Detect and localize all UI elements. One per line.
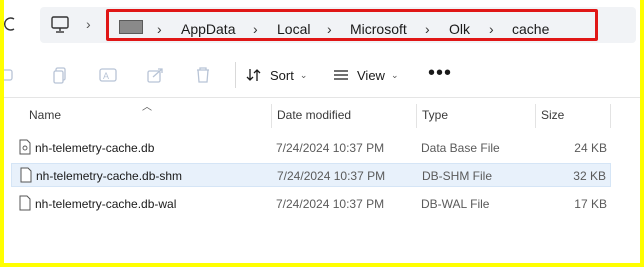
column-divider[interactable] — [535, 104, 536, 128]
breadcrumb-local[interactable]: Local — [277, 21, 310, 37]
refresh-icon[interactable] — [4, 15, 20, 33]
file-icon — [19, 139, 31, 155]
delete-icon[interactable] — [194, 66, 212, 84]
chevron-down-icon: ⌄ — [299, 69, 308, 80]
column-header-date[interactable]: Date modified — [277, 108, 351, 122]
rename-icon[interactable]: A — [99, 66, 117, 84]
column-divider[interactable] — [610, 104, 611, 128]
file-name: nh-telemetry-cache.db — [35, 141, 155, 155]
chevron-right-icon[interactable]: › — [327, 21, 332, 37]
redacted-username[interactable] — [119, 20, 143, 34]
command-bar: A Sort ⌄ View ⌄ ••• — [4, 52, 640, 98]
file-name: nh-telemetry-cache.db-wal — [35, 197, 177, 211]
svg-text:A: A — [103, 71, 109, 81]
sort-ascending-icon: ︿ — [142, 102, 152, 113]
sort-label: Sort — [270, 67, 294, 83]
copy-icon[interactable] — [52, 66, 70, 84]
file-date: 7/24/2024 10:37 PM — [276, 141, 385, 155]
more-options-icon[interactable]: ••• — [428, 63, 452, 83]
chevron-down-icon: ⌄ — [390, 69, 399, 80]
this-pc-icon[interactable] — [50, 16, 70, 34]
file-size: 32 KB — [573, 169, 606, 183]
file-explorer-window: › › AppData › Local › Microsoft › Olk › … — [4, 0, 640, 263]
file-size: 24 KB — [574, 141, 607, 155]
file-row[interactable]: nh-telemetry-cache.db 7/24/2024 10:37 PM… — [11, 136, 611, 160]
chevron-right-icon[interactable]: › — [157, 21, 162, 37]
file-date: 7/24/2024 10:37 PM — [276, 197, 385, 211]
file-row[interactable]: nh-telemetry-cache.db-shm 7/24/2024 10:3… — [11, 163, 611, 187]
column-header-type[interactable]: Type — [422, 108, 448, 122]
cut-icon[interactable] — [4, 66, 22, 84]
chevron-right-icon[interactable]: › — [253, 21, 258, 37]
file-icon — [19, 195, 31, 211]
file-icon — [20, 167, 32, 183]
address-bar-row: › › AppData › Local › Microsoft › Olk › … — [4, 0, 640, 50]
column-divider[interactable] — [271, 104, 272, 128]
file-type: DB-SHM File — [422, 169, 493, 183]
column-divider[interactable] — [416, 104, 417, 128]
sort-icon — [246, 69, 261, 81]
highlight-box: › AppData › Local › Microsoft › Olk › ca… — [106, 9, 598, 41]
view-icon — [334, 70, 348, 80]
file-date: 7/24/2024 10:37 PM — [277, 169, 386, 183]
file-size: 17 KB — [574, 197, 607, 211]
chevron-right-icon[interactable]: › — [86, 16, 91, 32]
file-type: DB-WAL File — [421, 197, 490, 211]
chevron-right-icon[interactable]: › — [489, 21, 494, 37]
column-header-size[interactable]: Size — [541, 108, 564, 122]
view-button[interactable]: View ⌄ — [333, 64, 399, 86]
breadcrumb-olk[interactable]: Olk — [449, 21, 470, 37]
share-icon[interactable] — [147, 66, 165, 84]
breadcrumb-microsoft[interactable]: Microsoft — [350, 21, 407, 37]
file-name: nh-telemetry-cache.db-shm — [36, 169, 183, 183]
column-header-name[interactable]: Name — [29, 108, 61, 122]
view-label: View — [357, 67, 385, 83]
toolbar-divider — [235, 62, 236, 88]
file-type: Data Base File — [421, 141, 500, 155]
chevron-right-icon[interactable]: › — [425, 21, 430, 37]
address-bar[interactable]: › › AppData › Local › Microsoft › Olk › … — [40, 7, 636, 43]
sort-button[interactable]: Sort ⌄ — [246, 64, 307, 86]
breadcrumb-appdata[interactable]: AppData — [181, 21, 235, 37]
breadcrumb-cache[interactable]: cache — [512, 21, 549, 37]
file-row[interactable]: nh-telemetry-cache.db-wal 7/24/2024 10:3… — [11, 192, 611, 216]
